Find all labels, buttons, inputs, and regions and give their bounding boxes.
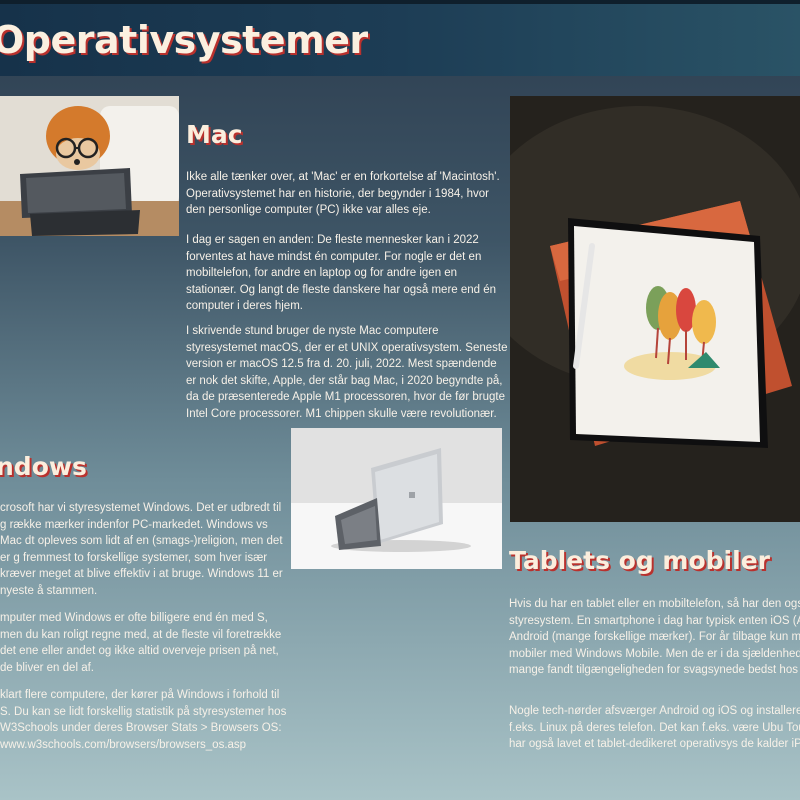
windows-paragraph-3: klart flere computere, der kører på Wind… <box>0 689 287 751</box>
windows-laptop-photo <box>291 428 502 569</box>
laptop-illustration <box>291 428 502 569</box>
tablet-photo <box>510 96 800 522</box>
tablets-paragraph-2: Nogle tech-nørder afsværger Android og i… <box>509 705 800 750</box>
mac-dog-photo <box>0 96 179 236</box>
dog-with-laptop-illustration <box>0 96 179 236</box>
ipad-illustration <box>510 96 800 522</box>
tablets-paragraph-1: Hvis du har en tablet eller en mobiltele… <box>509 598 800 676</box>
windows-paragraph-1: crosoft har vi styresystemet Windows. De… <box>0 502 283 597</box>
mac-heading: Mac <box>186 120 243 149</box>
tablets-heading: Tablets og mobiler <box>509 546 770 575</box>
page-title: Operativsystemer <box>0 18 368 62</box>
mac-paragraph-3: I skrivende stund bruger de nyste Mac co… <box>186 325 508 420</box>
mac-paragraph-1: Ikke alle tænker over, at 'Mac' er en fo… <box>186 171 500 216</box>
tablets-paragraph-2-clip: Nogle tech-nørder afsværger Android og i… <box>509 703 800 771</box>
mac-paragraph-2: I dag er sagen en anden: De fleste menne… <box>186 234 497 312</box>
windows-heading: ndows <box>0 452 87 481</box>
windows-paragraph-2: mputer med Windows er ofte billigere end… <box>0 612 282 674</box>
header-bar: Operativsystemer <box>0 0 800 76</box>
tablets-paragraph-1-clip: Hvis du har en tablet eller en mobiltele… <box>509 596 800 696</box>
